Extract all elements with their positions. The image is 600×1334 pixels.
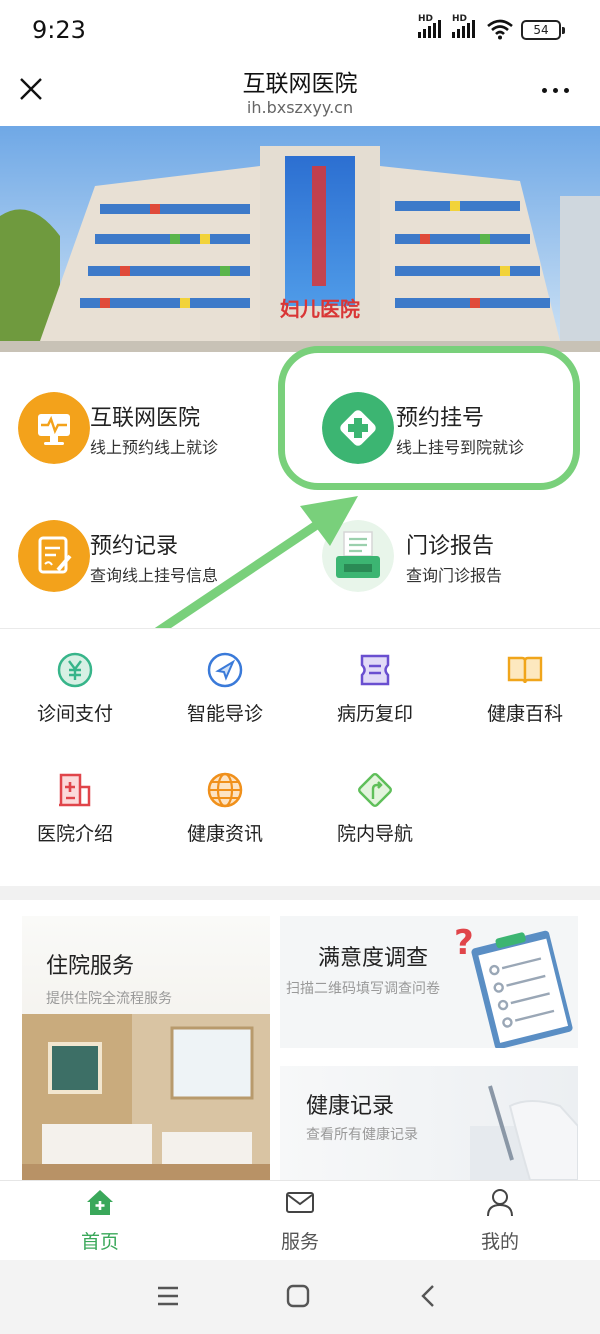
service-label: 诊间支付: [36, 703, 113, 725]
service-label: 病历复印: [336, 703, 413, 725]
satisfaction-survey-card[interactable]: 满意度调查 扫描二维码填写调查问卷 ?: [280, 916, 578, 1048]
card-title: 健康记录: [306, 1094, 395, 1119]
globe-icon: [207, 772, 243, 808]
inpatient-service-card[interactable]: 住院服务 提供住院全流程服务: [22, 916, 270, 1180]
ward-room-image: [22, 1014, 270, 1180]
service-label: 健康百科: [486, 703, 563, 725]
card-subtitle: 查看所有健康记录: [306, 1127, 418, 1143]
service-clinic-payment[interactable]: 诊间支付: [0, 651, 150, 726]
service-hospital-intro[interactable]: 医院介绍: [0, 771, 150, 846]
tab-services[interactable]: 服务: [200, 1181, 400, 1261]
status-bar: 9:23 HD HD 54: [0, 0, 600, 60]
service-smart-guide[interactable]: 智能导诊: [150, 651, 300, 726]
quick-title-3: 门诊报告: [406, 534, 495, 559]
service-label: 健康资讯: [186, 823, 263, 845]
more-icon[interactable]: [542, 88, 569, 93]
card-title: 住院服务: [46, 954, 135, 979]
yuan-icon: [57, 652, 93, 688]
mail-icon: [286, 1192, 314, 1213]
bottom-tab-bar: 首页 服务 我的: [0, 1180, 600, 1260]
service-grid: 诊间支付 智能导诊 病历复印 健康百科 医院介绍 健康资讯 院内导航: [0, 628, 600, 886]
writing-hand-image: [470, 1085, 578, 1180]
system-navigation-bar: [0, 1260, 600, 1334]
quick-sub-0: 线上预约线上就诊: [90, 438, 219, 457]
service-label: 智能导诊: [186, 703, 263, 725]
tab-home[interactable]: 首页: [0, 1181, 200, 1261]
service-health-wiki[interactable]: 健康百科: [450, 651, 600, 726]
signpost-icon: [358, 773, 392, 807]
tab-profile[interactable]: 我的: [400, 1181, 600, 1261]
service-record-copy[interactable]: 病历复印: [300, 651, 450, 726]
tab-label: 我的: [480, 1231, 519, 1253]
service-label: 医院介绍: [36, 823, 113, 845]
card-title: 满意度调查: [318, 946, 429, 971]
ticket-icon: [360, 654, 390, 686]
hospital-plus-icon: [59, 773, 91, 807]
highlight-circle: [278, 346, 580, 490]
user-icon: [487, 1189, 513, 1217]
cell-signal-icon: HD: [418, 14, 441, 38]
tab-label: 首页: [80, 1231, 119, 1253]
feature-cards: 住院服务 提供住院全流程服务 满意度调查 扫描二维码填写调查问卷 ? 健康记录 …: [0, 900, 600, 1180]
survey-clipboard-icon: ?: [454, 923, 573, 1048]
service-indoor-navigation[interactable]: 院内导航: [300, 771, 450, 846]
quick-title-0: 互联网医院: [90, 406, 201, 431]
pointer-arrow: [143, 496, 358, 643]
monitor-pulse-icon: [18, 392, 90, 464]
battery-icon: 54: [521, 20, 565, 40]
back-icon[interactable]: [418, 1284, 438, 1308]
page-url: ih.bxszxyy.cn: [246, 98, 354, 117]
document-pen-icon: [18, 520, 90, 592]
home-icon: [87, 1190, 113, 1215]
book-icon: [507, 656, 543, 684]
banner-sign-text: 妇儿医院: [280, 297, 360, 321]
clock: 9:23: [32, 16, 86, 44]
wifi-icon: [487, 19, 513, 40]
card-subtitle: 提供住院全流程服务: [46, 991, 172, 1007]
service-label: 院内导航: [336, 823, 413, 845]
card-subtitle: 扫描二维码填写调查问卷: [286, 981, 440, 997]
quick-sub-3: 查询门诊报告: [406, 566, 503, 585]
hospital-banner[interactable]: 妇儿医院: [0, 126, 600, 352]
tab-label: 服务: [280, 1231, 319, 1253]
title-bar: 互联网医院 ih.bxszxyy.cn: [0, 60, 600, 126]
navigation-icon: [207, 652, 243, 688]
cell-signal-icon-2: HD: [452, 14, 475, 38]
menu-icon[interactable]: [156, 1284, 180, 1308]
page-title: 互联网医院: [242, 71, 358, 97]
home-square-icon[interactable]: [286, 1284, 310, 1308]
svg-text:?: ?: [454, 923, 474, 963]
service-health-news[interactable]: 健康资讯: [150, 771, 300, 846]
health-records-card[interactable]: 健康记录 查看所有健康记录: [280, 1066, 578, 1180]
